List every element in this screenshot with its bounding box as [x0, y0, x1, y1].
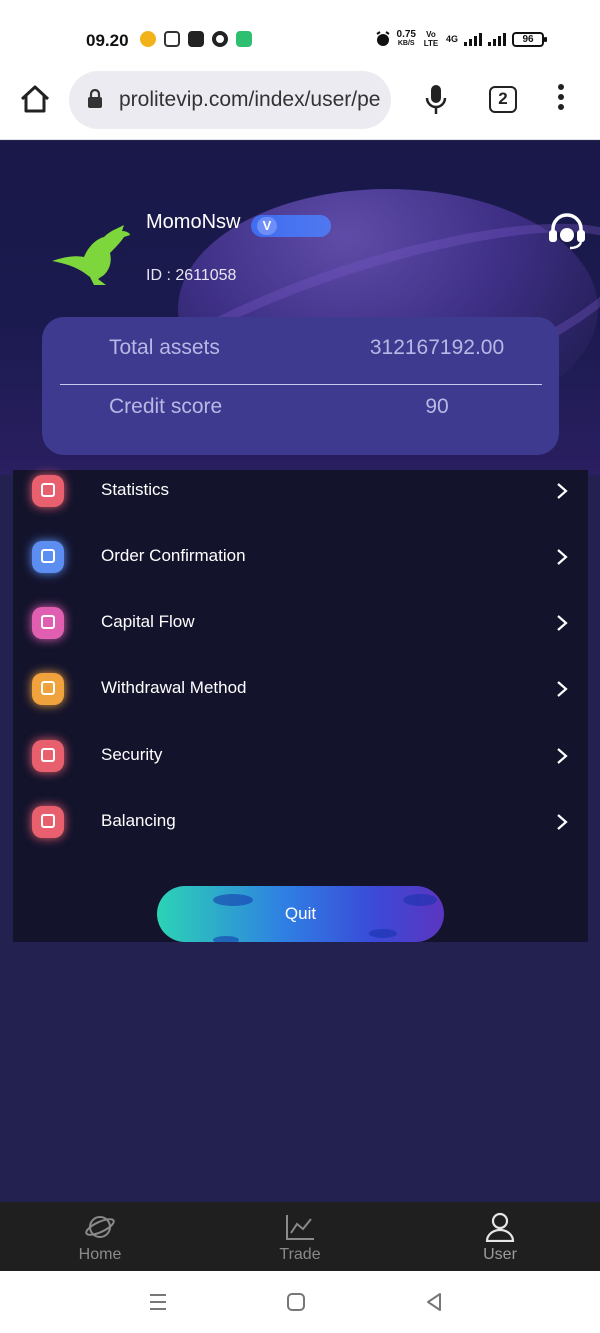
- signal-bars-2: [488, 32, 506, 46]
- status-bar: 09.20 0.75 KB/S Vo LTE 4G 96: [0, 0, 600, 70]
- line-chart-icon: [286, 1215, 314, 1240]
- shield-icon: [32, 740, 64, 772]
- lock-icon: [88, 89, 102, 108]
- menu-item-order-confirmation[interactable]: Order Confirmation: [13, 528, 588, 586]
- bag-app-icon: [188, 31, 204, 47]
- status-time: 09.20: [86, 31, 129, 50]
- vip-label: V: [257, 217, 277, 235]
- credit-score-value: 90: [425, 395, 449, 418]
- bottom-navigation: Home Trade User: [0, 1202, 600, 1271]
- user-id: ID : 2611058: [146, 267, 237, 284]
- crater-decoration: [213, 936, 239, 942]
- username: MomoNsw: [146, 211, 241, 233]
- menu-item-label: Withdrawal Method: [101, 678, 247, 697]
- battery-indicator: 96: [512, 31, 547, 47]
- total-assets-row: Total assets 312167192.00: [42, 319, 559, 377]
- tiktok-icon: [164, 31, 180, 47]
- crater-decoration: [213, 894, 253, 906]
- profile-header: MomoNsw V ID : 2611058 Total assets 3121…: [0, 141, 600, 475]
- nav-user[interactable]: User: [400, 1202, 600, 1271]
- menu-item-label: Security: [101, 745, 163, 764]
- system-navigation: [0, 1271, 600, 1333]
- nav-trade-label: Trade: [279, 1246, 321, 1263]
- volte-indicator: Vo LTE: [423, 30, 439, 48]
- kangaroo-avatar: [52, 225, 130, 285]
- microphone-icon[interactable]: [424, 84, 448, 116]
- credit-score-row: Credit score 90: [42, 378, 559, 436]
- signal-bars-1: [464, 32, 482, 46]
- menu-item-label: Balancing: [101, 811, 176, 830]
- chart-icon: [32, 806, 64, 838]
- home-system-icon[interactable]: [285, 1291, 307, 1313]
- customer-support-icon[interactable]: [546, 211, 588, 251]
- crater-decoration: [369, 929, 397, 938]
- status-indicators: 0.75 KB/S Vo LTE 4G 96: [375, 29, 547, 48]
- more-options-icon[interactable]: [553, 84, 569, 114]
- user-icon: [485, 1212, 515, 1242]
- planet-icon: [85, 1216, 115, 1238]
- menu-panel: Statistics Order Confirmation Capital Fl…: [13, 470, 588, 942]
- net-speed: 0.75 KB/S: [396, 29, 416, 48]
- home-icon[interactable]: [18, 82, 52, 116]
- menu-item-label: Statistics: [101, 480, 170, 499]
- browser-toolbar: prolitevip.com/index/user/pe 2: [0, 70, 600, 140]
- chevron-right-icon: [557, 483, 568, 499]
- menu-item-label: Capital Flow: [101, 612, 195, 631]
- assets-card: Total assets 312167192.00 Credit score 9…: [42, 317, 559, 455]
- total-assets-value: 312167192.00: [369, 336, 505, 359]
- crater-decoration: [403, 894, 437, 906]
- network-type: 4G: [445, 34, 458, 44]
- menu-item-statistics[interactable]: Statistics: [13, 462, 588, 520]
- alarm-icon: [375, 31, 390, 46]
- nav-user-label: User: [483, 1246, 517, 1263]
- battery-app-icon: [236, 31, 252, 47]
- quit-button[interactable]: Quit: [157, 886, 444, 942]
- chevron-right-icon: [557, 615, 568, 631]
- back-icon[interactable]: [423, 1291, 445, 1313]
- recents-icon[interactable]: [147, 1291, 169, 1313]
- credit-score-label: Credit score: [109, 395, 223, 418]
- document-icon: [32, 607, 64, 639]
- menu-item-capital-flow[interactable]: Capital Flow: [13, 594, 588, 652]
- tab-switcher-button[interactable]: 2: [489, 86, 517, 113]
- notification-app-icon: [140, 31, 156, 47]
- ring-app-icon: [212, 31, 228, 47]
- menu-item-withdrawal-method[interactable]: Withdrawal Method: [13, 660, 588, 718]
- chevron-right-icon: [557, 681, 568, 697]
- nav-home-label: Home: [78, 1246, 122, 1263]
- clipboard-icon: [32, 541, 64, 573]
- menu-item-balancing[interactable]: Balancing: [13, 793, 588, 851]
- vip-badge: V: [251, 215, 331, 237]
- chart-icon: [32, 475, 64, 507]
- chevron-right-icon: [557, 748, 568, 764]
- wallet-icon: [32, 673, 64, 705]
- chevron-right-icon: [557, 814, 568, 830]
- menu-item-security[interactable]: Security: [13, 727, 588, 785]
- total-assets-label: Total assets: [109, 336, 220, 359]
- address-bar[interactable]: prolitevip.com/index/user/pe: [69, 71, 391, 129]
- status-app-icons: [140, 31, 252, 47]
- nav-home[interactable]: Home: [0, 1202, 200, 1271]
- menu-item-label: Order Confirmation: [101, 546, 246, 565]
- quit-label: Quit: [284, 904, 317, 923]
- url-text: prolitevip.com/index/user/pe: [119, 88, 381, 111]
- nav-trade[interactable]: Trade: [200, 1202, 400, 1271]
- chevron-right-icon: [557, 549, 568, 565]
